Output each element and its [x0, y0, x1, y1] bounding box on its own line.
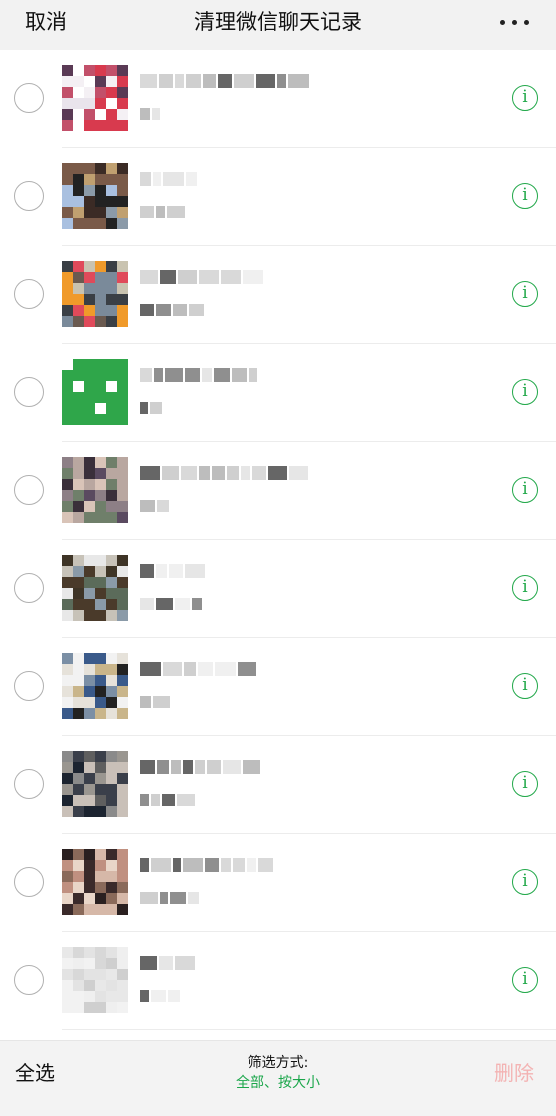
contact-name-blurred [140, 270, 263, 284]
select-radio[interactable] [14, 83, 44, 113]
size-text-blurred [140, 598, 202, 610]
chat-row[interactable]: i [0, 442, 556, 540]
size-text-blurred [140, 206, 185, 218]
chat-list: i i i i i i i i i i [0, 50, 556, 1030]
size-text-blurred [140, 696, 170, 708]
contact-name-blurred [140, 368, 257, 382]
chat-row[interactable]: i [0, 148, 556, 246]
select-radio[interactable] [14, 475, 44, 505]
info-icon[interactable]: i [512, 379, 538, 405]
chat-row[interactable]: i [0, 540, 556, 638]
size-text-blurred [140, 794, 195, 806]
contact-name-blurred [140, 466, 308, 480]
info-icon[interactable]: i [512, 477, 538, 503]
select-radio[interactable] [14, 377, 44, 407]
navigation-bar: 取消 清理微信聊天记录 [0, 0, 556, 50]
select-radio[interactable] [14, 965, 44, 995]
avatar [62, 555, 128, 621]
more-options-icon[interactable] [498, 10, 532, 34]
select-radio[interactable] [14, 769, 44, 799]
info-icon[interactable]: i [512, 85, 538, 111]
avatar [62, 751, 128, 817]
select-radio[interactable] [14, 181, 44, 211]
info-icon[interactable]: i [512, 771, 538, 797]
size-text-blurred [140, 402, 162, 414]
delete-button[interactable]: 删除 [494, 1059, 534, 1087]
contact-name-blurred [140, 172, 197, 186]
size-text-blurred [140, 892, 199, 904]
filter-selector[interactable]: 筛选方式: 全部、按大小 [0, 1053, 556, 1093]
row-divider [62, 1029, 556, 1030]
avatar [62, 947, 128, 1013]
contact-name-blurred [140, 662, 256, 676]
chat-row[interactable]: i [0, 932, 556, 1030]
avatar [62, 261, 128, 327]
contact-name-blurred [140, 956, 195, 970]
select-radio[interactable] [14, 279, 44, 309]
info-icon[interactable]: i [512, 967, 538, 993]
filter-label: 筛选方式: [247, 1055, 309, 1071]
info-icon[interactable]: i [512, 869, 538, 895]
info-icon[interactable]: i [512, 183, 538, 209]
page-title: 清理微信聊天记录 [194, 10, 362, 34]
bottom-action-bar: 全选 筛选方式: 全部、按大小 删除 [0, 1040, 556, 1116]
filter-value[interactable]: 全部、按大小 [0, 1073, 556, 1093]
select-radio[interactable] [14, 573, 44, 603]
avatar [62, 163, 128, 229]
select-radio[interactable] [14, 867, 44, 897]
select-radio[interactable] [14, 671, 44, 701]
chat-row[interactable]: i [0, 736, 556, 834]
avatar [62, 849, 128, 915]
size-text-blurred [140, 500, 169, 512]
chat-row[interactable]: i [0, 344, 556, 442]
clean-chat-history-screen: 取消 清理微信聊天记录 i i i i i i i i i i 全选 筛选方式: 全部、按大小 删… [0, 0, 556, 1116]
size-text-blurred [140, 990, 180, 1002]
contact-name-blurred [140, 74, 309, 88]
avatar [62, 65, 128, 131]
chat-row[interactable]: i [0, 834, 556, 932]
contact-name-blurred [140, 760, 260, 774]
info-icon[interactable]: i [512, 575, 538, 601]
chat-row[interactable]: i [0, 246, 556, 344]
info-icon[interactable]: i [512, 673, 538, 699]
contact-name-blurred [140, 858, 273, 872]
avatar [62, 359, 128, 425]
avatar [62, 457, 128, 523]
avatar [62, 653, 128, 719]
size-text-blurred [140, 108, 160, 120]
size-text-blurred [140, 304, 204, 316]
chat-row[interactable]: i [0, 50, 556, 148]
contact-name-blurred [140, 564, 205, 578]
chat-row[interactable]: i [0, 638, 556, 736]
info-icon[interactable]: i [512, 281, 538, 307]
